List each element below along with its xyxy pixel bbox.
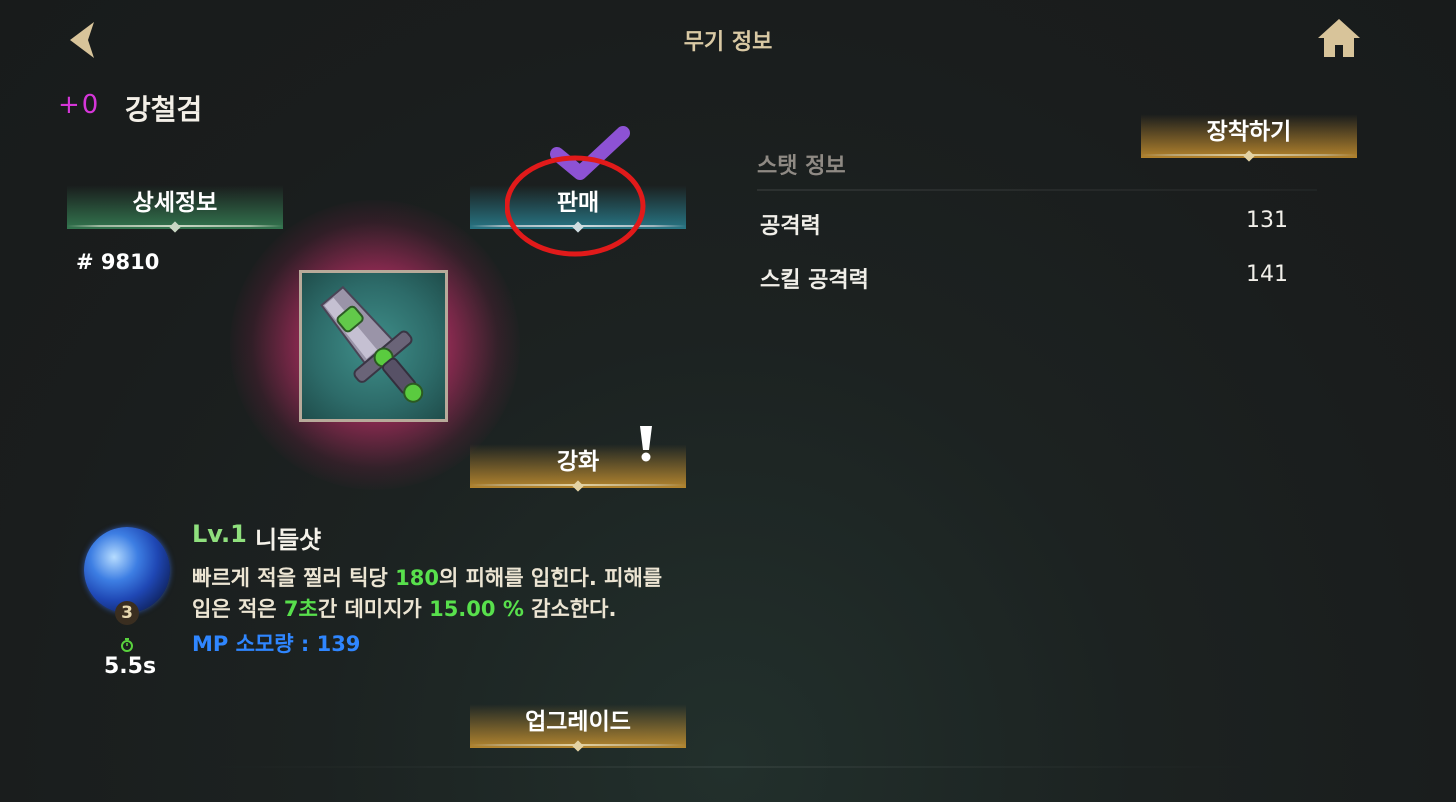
skill-cooldown: 5.5s	[104, 654, 157, 679]
sword-icon	[320, 285, 424, 403]
weapon-icon-frame[interactable]	[299, 270, 448, 422]
stat-label: 공격력	[760, 214, 821, 239]
upgrade-button[interactable]: 업그레이드	[470, 702, 686, 752]
alert-exclamation-icon	[640, 426, 652, 462]
skill-description-line-1: 빠르게 적을 찔러 틱당 180의 피해를 입힌다. 피해를	[192, 562, 712, 594]
desc-text: 의 피해를 입힌다. 피해를	[438, 566, 663, 590]
upgrade-button-label: 업그레이드	[525, 709, 631, 735]
mp-cost: MP 소모량 : 139	[192, 632, 361, 656]
sell-highlight-annotation	[505, 126, 646, 257]
timer-icon	[121, 638, 133, 652]
serial-number: # 9810	[76, 250, 160, 274]
equip-button-label: 장착하기	[1206, 119, 1292, 145]
skill-name: 니들샷	[255, 526, 322, 554]
enhance-level: +0	[58, 90, 101, 120]
desc-text: 간 데미지가	[317, 597, 430, 621]
detail-button[interactable]: 상세정보	[67, 183, 283, 233]
page-title: 무기 정보	[683, 30, 773, 55]
enhance-button-label: 강화	[556, 449, 600, 475]
skill-badge: 3	[115, 601, 139, 625]
desc-highlight: 7초	[283, 597, 318, 621]
home-icon[interactable]	[1316, 16, 1362, 60]
skill-description-line-2: 입은 적은 7초간 데미지가 15.00 % 감소한다.	[192, 593, 712, 625]
desc-text: 감소한다.	[523, 597, 617, 621]
skill-level: Lv.1	[192, 520, 247, 548]
stat-value: 141	[1246, 262, 1288, 287]
desc-text: 빠르게 적을 찔러 틱당	[192, 566, 396, 590]
equip-button[interactable]: 장착하기	[1141, 112, 1357, 162]
desc-highlight: 15.00 %	[429, 597, 524, 621]
stat-divider	[757, 189, 1317, 191]
footer-divider	[200, 766, 1260, 768]
stat-label: 스킬 공격력	[760, 268, 869, 293]
stat-info-header: 스탯 정보	[757, 154, 846, 179]
detail-button-label: 상세정보	[132, 190, 218, 216]
desc-text: 입은 적은	[192, 597, 284, 621]
desc-highlight: 180	[395, 566, 439, 590]
weapon-name: 강철검	[125, 93, 203, 126]
stat-value: 131	[1246, 208, 1288, 233]
